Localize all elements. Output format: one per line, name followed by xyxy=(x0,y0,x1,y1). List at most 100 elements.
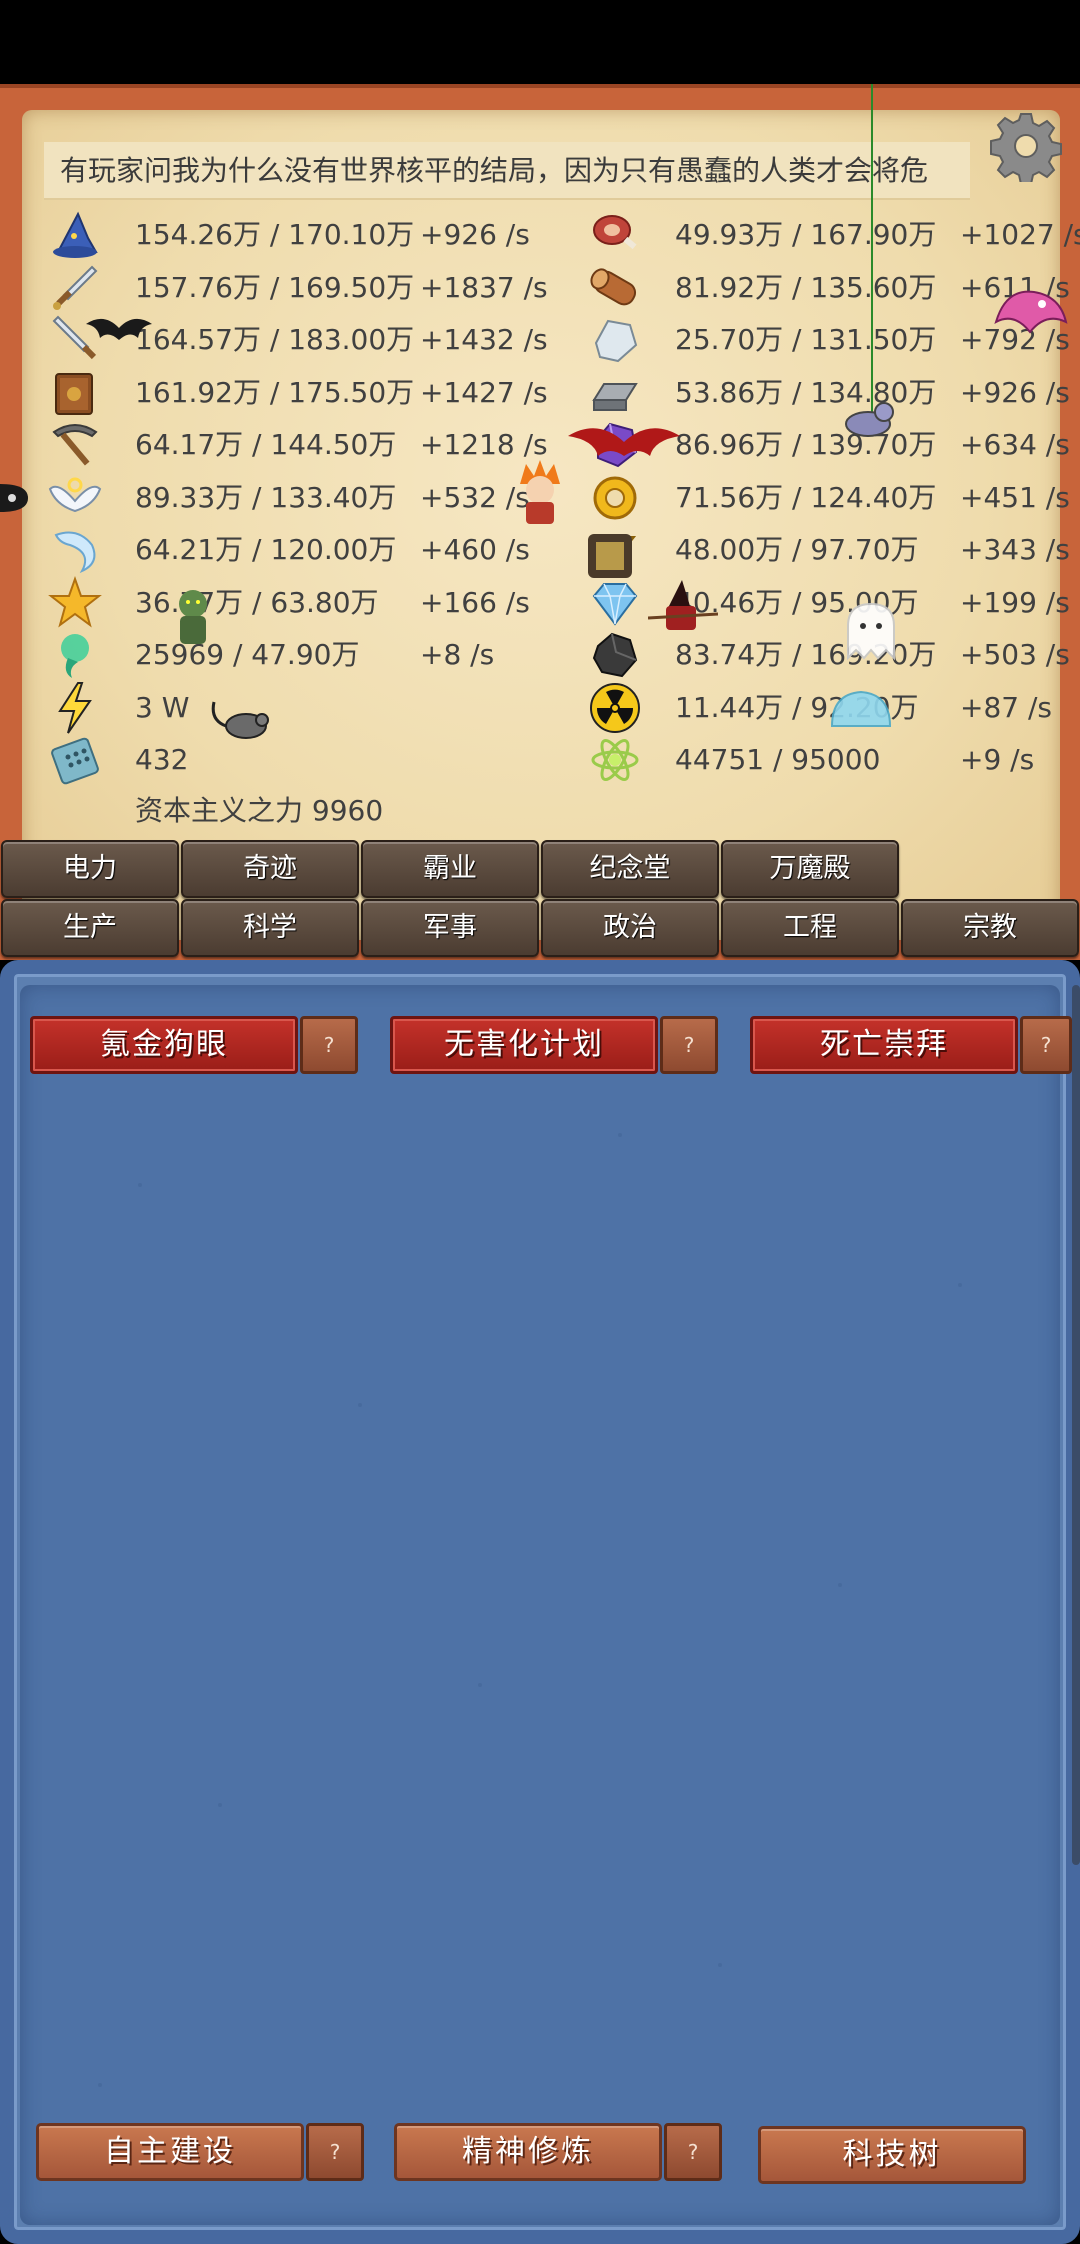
witch-sprite-icon xyxy=(647,578,719,642)
death-worship-help-button[interactable]: ? xyxy=(1020,1016,1072,1074)
krypton-eyes-help-button[interactable]: ? xyxy=(300,1016,358,1074)
resource-row: 71.56万 / 124.40万 +451 /s xyxy=(588,472,1080,524)
hanging-rope xyxy=(871,84,873,414)
krypton-eyes-button[interactable]: 氪金狗眼 xyxy=(30,1016,298,1074)
pickaxe-icon xyxy=(48,418,102,472)
tab-science[interactable]: 科学 xyxy=(181,899,359,957)
resource-row: 36.77万 / 63.80万 +166 /s xyxy=(48,575,548,630)
panel-scrollbar[interactable] xyxy=(1072,985,1080,1865)
resource-row: 161.92万 / 175.50万 +1427 /s xyxy=(48,367,548,419)
resource-value: 44751 / 95000 xyxy=(675,743,881,776)
resource-row: 64.17万 / 144.50万 +1218 /s xyxy=(48,419,548,471)
tab-pandemonium[interactable]: 万魔殿 xyxy=(721,840,899,898)
tab-production[interactable]: 生产 xyxy=(1,899,179,957)
stone-icon xyxy=(588,313,642,367)
resource-row: 157.76万 / 169.50万 +1837 /s xyxy=(48,262,548,314)
rat-sprite-icon xyxy=(210,696,276,746)
resource-row: 432 xyxy=(48,734,548,786)
goblin-sprite-icon xyxy=(168,586,218,660)
settings-gear-icon[interactable] xyxy=(990,110,1062,185)
resource-value: 81.92万 / 135.60万 xyxy=(675,271,937,304)
sword-icon xyxy=(48,261,102,315)
panel-texture xyxy=(98,1133,962,2087)
resource-row: 48.00万 / 97.70万 +343 /s xyxy=(588,524,1080,576)
resource-value: 64.17万 / 144.50万 xyxy=(135,428,397,461)
ghost-sprite-icon xyxy=(838,598,904,668)
resource-value: 432 xyxy=(135,743,189,776)
mind-training-button[interactable]: 精神修炼 xyxy=(394,2123,662,2181)
resource-value: 157.76万 / 169.50万 xyxy=(135,271,415,304)
pink-dragon-sprite-icon xyxy=(986,282,1072,356)
capitalism-power: 资本主义之力 9960 xyxy=(135,794,384,827)
wizard-hat-icon xyxy=(48,208,102,262)
radiation-icon xyxy=(588,681,642,735)
armor-sprite-icon xyxy=(578,528,642,588)
resource-row: 154.26万 / 170.10万 +926 /s xyxy=(48,209,548,261)
tab-wonders[interactable]: 奇迹 xyxy=(181,840,359,898)
resource-value: 71.56万 / 124.40万 xyxy=(675,481,937,514)
resource-value: 164.57万 / 183.00万 xyxy=(135,323,415,356)
resource-rate: +1027 /s xyxy=(960,218,1080,251)
resource-row: 49.93万 / 167.90万 +1027 /s xyxy=(588,209,1080,261)
resource-row: 64.21万 / 120.00万 +460 /s xyxy=(48,524,548,576)
resource-rate: +87 /s xyxy=(960,691,1053,724)
ticker-text: 有玩家问我为什么没有世界核平的结局，因为只有愚蠢的人类才会将危 xyxy=(60,154,929,187)
book-icon xyxy=(48,366,102,420)
tab-power[interactable]: 电力 xyxy=(1,840,179,898)
resource-value: 154.26万 / 170.10万 xyxy=(135,218,415,251)
resource-rate: +451 /s xyxy=(960,481,1070,514)
resource-rate: +1427 /s xyxy=(420,376,548,409)
resource-row: 25969 / 47.90万 +8 /s xyxy=(48,629,548,681)
slime-sprite-icon xyxy=(828,686,894,736)
resource-value: 49.93万 / 167.90万 xyxy=(675,218,937,251)
resource-rate: +199 /s xyxy=(960,586,1070,619)
tab-engineering[interactable]: 工程 xyxy=(721,899,899,957)
tab-religion[interactable]: 宗教 xyxy=(901,899,1079,957)
red-dragon-sprite-icon xyxy=(568,416,680,470)
resource-rate: +343 /s xyxy=(960,533,1070,566)
tab-memorial[interactable]: 纪念堂 xyxy=(541,840,719,898)
cat-sprite-icon xyxy=(834,392,900,446)
resource-value: 161.92万 / 175.50万 xyxy=(135,376,415,409)
resource-rate: +1432 /s xyxy=(420,323,548,356)
resource-row: 89.33万 / 133.40万 +532 /s xyxy=(48,472,548,524)
meat-icon xyxy=(588,208,642,262)
hero-sprite-icon xyxy=(512,460,568,534)
resource-value: 48.00万 / 97.70万 xyxy=(675,533,919,566)
gold-ring-icon xyxy=(588,471,642,525)
bat-sprite-icon xyxy=(84,310,154,354)
green-soul-icon xyxy=(48,628,102,682)
tab-hegemony[interactable]: 霸业 xyxy=(361,840,539,898)
self-build-button[interactable]: 自主建设 xyxy=(36,2123,304,2181)
resource-rate: +926 /s xyxy=(960,376,1070,409)
harmless-plan-button[interactable]: 无害化计划 xyxy=(390,1016,658,1074)
status-bar xyxy=(0,0,1080,84)
tech-tree-button[interactable]: 科技树 xyxy=(758,2126,1026,2184)
death-worship-button[interactable]: 死亡崇拜 xyxy=(750,1016,1018,1074)
wood-log-icon xyxy=(588,261,642,315)
self-build-help-button[interactable]: ? xyxy=(306,2123,364,2181)
coal-icon xyxy=(588,628,642,682)
tab-politics[interactable]: 政治 xyxy=(541,899,719,957)
resource-rate: +634 /s xyxy=(960,428,1070,461)
harmless-plan-help-button[interactable]: ? xyxy=(660,1016,718,1074)
mind-training-help-button[interactable]: ? xyxy=(664,2123,722,2181)
news-ticker: 有玩家问我为什么没有世界核平的结局，因为只有愚蠢的人类才会将危 xyxy=(44,142,970,200)
resource-rate: +8 /s xyxy=(420,638,495,671)
resource-row: 44751 / 95000 +9 /s xyxy=(588,734,1080,786)
spirit-wisp-icon xyxy=(48,523,102,577)
resource-value: 3 W xyxy=(135,691,190,724)
resource-rate: +1837 /s xyxy=(420,271,548,304)
resource-rate: +9 /s xyxy=(960,743,1035,776)
angel-wings-icon xyxy=(48,471,102,525)
lightning-icon xyxy=(48,681,102,735)
resource-row: 3 W xyxy=(48,682,548,734)
resource-rate: +166 /s xyxy=(420,586,530,619)
tab-military[interactable]: 军事 xyxy=(361,899,539,957)
atom-icon xyxy=(588,733,642,787)
star-icon xyxy=(48,575,102,630)
resource-rate: +926 /s xyxy=(420,218,530,251)
side-handle-icon[interactable] xyxy=(0,478,30,518)
resource-value: 89.33万 / 133.40万 xyxy=(135,481,397,514)
resource-value: 25.70万 / 131.50万 xyxy=(675,323,937,356)
